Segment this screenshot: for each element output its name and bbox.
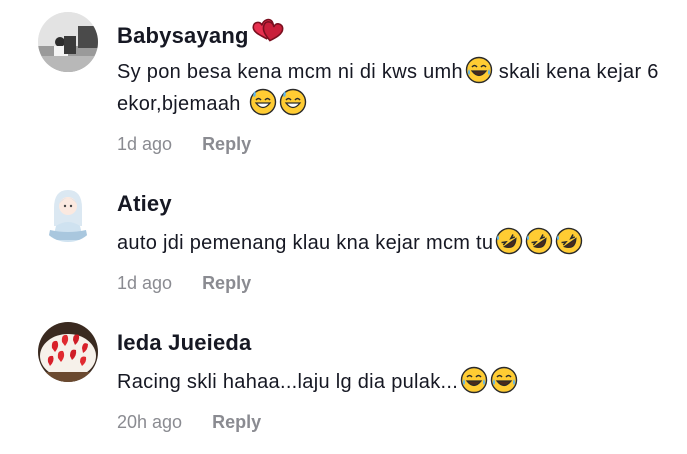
rolling-on-floor-laughing-icon [496, 227, 523, 255]
avatar[interactable] [38, 322, 98, 382]
comment-text-part: Racing skli hahaa...laju lg dia pulak... [117, 371, 459, 393]
comment-text: Racing skli hahaa...laju lg dia pulak... [117, 366, 667, 398]
username-text: Babysayang [117, 23, 249, 48]
rolling-on-floor-laughing-icon [526, 227, 553, 255]
avatar-photo [38, 322, 98, 382]
timestamp: 20h ago [117, 412, 183, 432]
reply-button[interactable]: Reply [202, 273, 251, 293]
face-with-tears-of-joy-icon [465, 56, 493, 84]
avatar-photo [38, 12, 98, 72]
comment-text: auto jdi pemenang klau kna kejar mcm tu [117, 227, 667, 259]
comment-text-part: auto jdi pemenang klau kna kejar mcm tu [117, 232, 494, 254]
comment-meta: 20h ago Reply [117, 412, 261, 433]
rolling-on-floor-laughing-icon [556, 227, 583, 255]
comment-item: Atiey auto jdi pemenang klau kna kejar m… [0, 170, 687, 310]
comment-text-part: Sy pon besa kena mcm ni di kws umh [117, 61, 463, 83]
two-hearts-icon [252, 18, 284, 42]
comment-item: Ieda Jueieda Racing skli hahaa...laju lg… [0, 310, 687, 454]
timestamp: 1d ago [117, 134, 173, 154]
timestamp: 1d ago [117, 273, 173, 293]
username[interactable]: Atiey [117, 191, 172, 217]
face-with-tears-of-joy-icon [490, 366, 518, 394]
comment-meta: 1d ago Reply [117, 134, 251, 155]
reply-button[interactable]: Reply [212, 412, 261, 432]
reply-button[interactable]: Reply [202, 134, 251, 154]
avatar[interactable] [38, 12, 98, 72]
avatar[interactable] [38, 182, 98, 242]
grinning-sweat-face-icon [279, 88, 306, 116]
face-with-tears-of-joy-icon [460, 366, 488, 394]
comment-item: Babysayang Sy pon besa kena mcm ni di kw… [0, 0, 687, 170]
username[interactable]: Babysayang [117, 17, 285, 49]
username-text: Atiey [117, 191, 172, 216]
avatar-photo [38, 182, 98, 242]
comment-meta: 1d ago Reply [117, 273, 251, 294]
comment-text: Sy pon besa kena mcm ni di kws umh skali… [117, 56, 667, 120]
username[interactable]: Ieda Jueieda [117, 330, 251, 356]
username-text: Ieda Jueieda [117, 330, 252, 355]
grinning-sweat-face-icon [249, 88, 276, 116]
